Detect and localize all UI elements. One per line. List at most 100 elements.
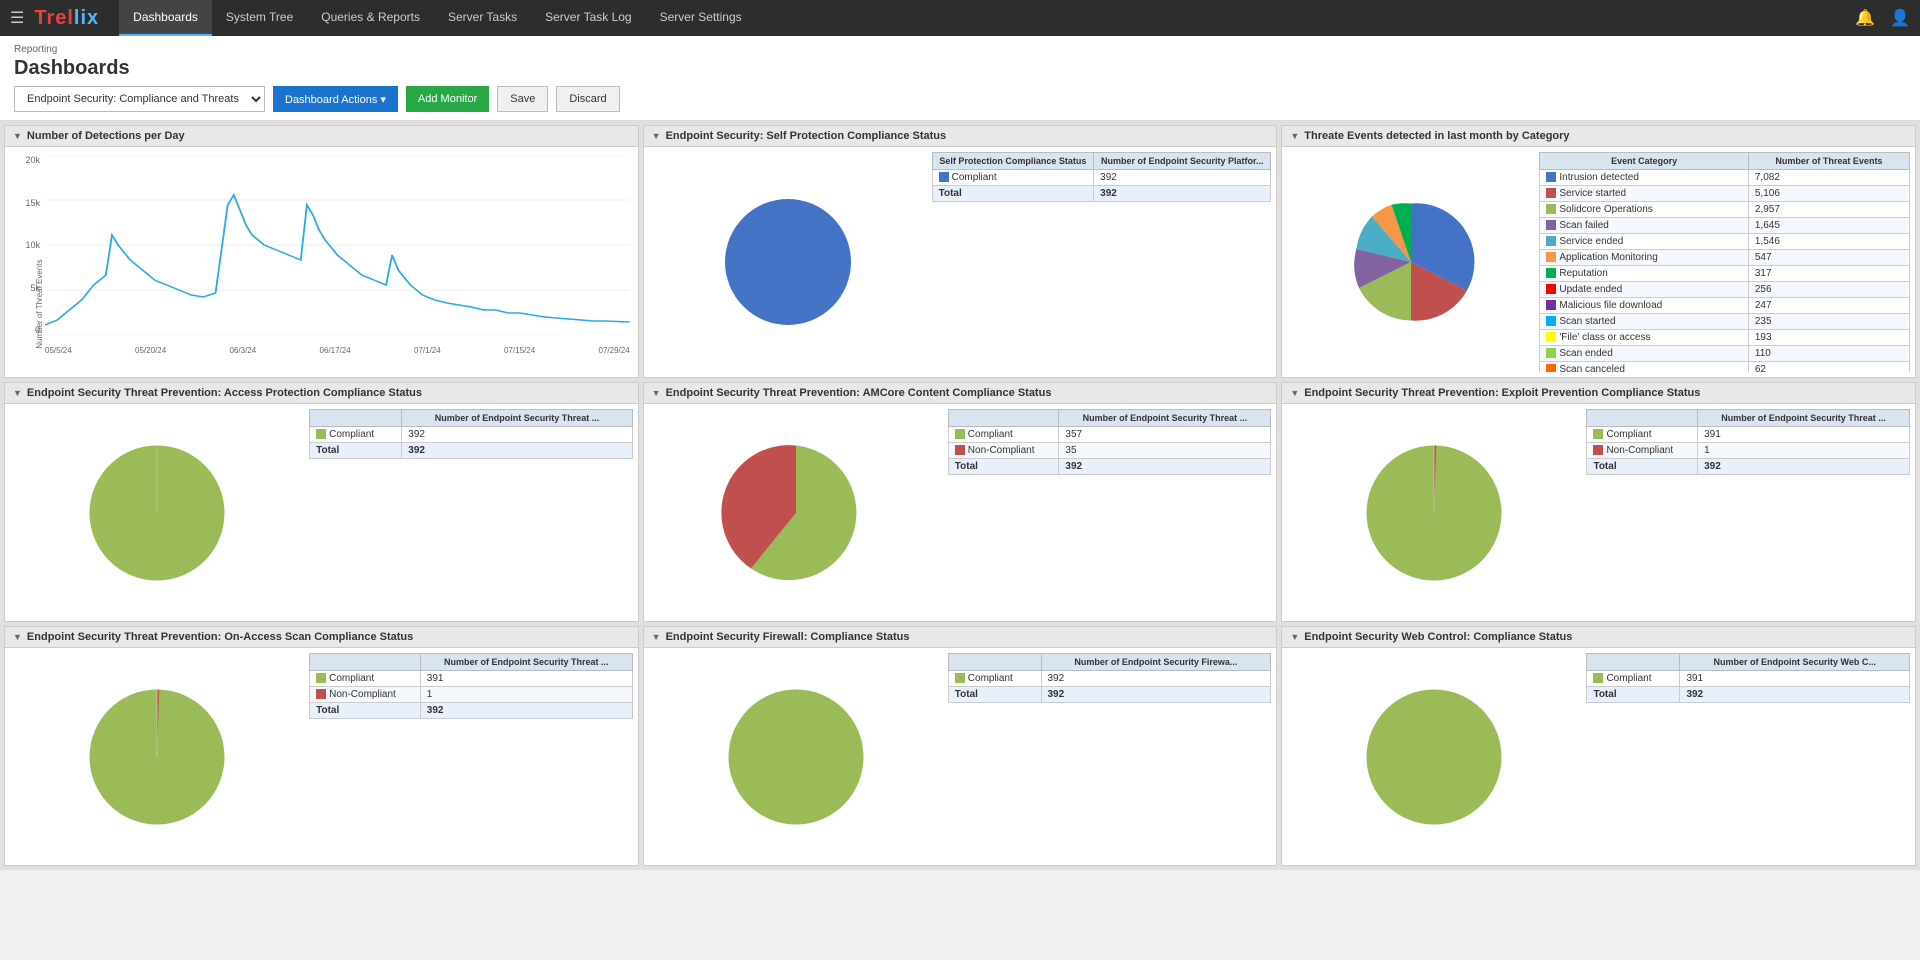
pie-access-protection: [10, 409, 304, 616]
nav-right: 🔔 👤: [1855, 8, 1910, 28]
table-row: Scan canceled62: [1540, 362, 1910, 373]
collapse-icon-exploit[interactable]: ▼: [1290, 388, 1299, 398]
nav-server-task-log[interactable]: Server Task Log: [531, 0, 646, 36]
nav-system-tree[interactable]: System Tree: [212, 0, 307, 36]
table-row: 'File' class or access193: [1540, 330, 1910, 346]
collapse-icon-firewall[interactable]: ▼: [652, 632, 661, 642]
panel-header-amcore: ▼ Endpoint Security Threat Prevention: A…: [644, 383, 1277, 404]
table-row: Non-Compliant 1: [310, 687, 633, 703]
collapse-arrow-icon[interactable]: ▼: [13, 131, 22, 141]
panel-content-on-access-scan: Number of Endpoint Security Threat ... C…: [5, 648, 638, 865]
table-row: Application Monitoring547: [1540, 250, 1910, 266]
table-row: Compliant 391: [310, 671, 633, 687]
table-threat-events: Event Category Number of Threat Events I…: [1539, 152, 1910, 372]
table-amcore: Number of Endpoint Security Threat ... C…: [948, 409, 1272, 616]
pie-svg: [82, 438, 232, 588]
table-row: Reputation317: [1540, 266, 1910, 282]
pie-amcore: [649, 409, 943, 616]
nav-server-tasks[interactable]: Server Tasks: [434, 0, 531, 36]
table-row-total: Total 392: [1587, 459, 1910, 475]
table-row: Compliant 392: [948, 671, 1271, 687]
hamburger-icon[interactable]: ☰: [10, 8, 24, 28]
table-row: Non-Compliant 35: [948, 443, 1271, 459]
save-button[interactable]: Save: [497, 86, 548, 112]
table-row: Scan failed1,645: [1540, 218, 1910, 234]
line-chart: 20k 15k 10k 5k 0: [13, 155, 630, 355]
table-row-total: Total 392: [932, 186, 1271, 202]
panel-content-firewall: Number of Endpoint Security Firewa... Co…: [644, 648, 1277, 865]
collapse-icon-access-protection[interactable]: ▼: [13, 388, 22, 398]
line-chart-svg: [45, 155, 630, 335]
table-row: Compliant 392: [932, 170, 1271, 186]
table-row: Scan ended110: [1540, 346, 1910, 362]
threat-pie-svg: [1346, 197, 1476, 327]
panel-amcore-content: ▼ Endpoint Security Threat Prevention: A…: [643, 382, 1278, 622]
dashboard-actions-button[interactable]: Dashboard Actions ▾: [273, 86, 398, 112]
panel-header-detections: ▼ Number of Detections per Day: [5, 126, 638, 147]
notification-icon[interactable]: 🔔: [1855, 8, 1875, 28]
collapse-icon-amcore[interactable]: ▼: [652, 388, 661, 398]
table-web-control: Number of Endpoint Security Web C... Com…: [1586, 653, 1910, 860]
pie-exploit: [1287, 409, 1581, 616]
pie-firewall: [649, 653, 943, 860]
panel-header-web-control: ▼ Endpoint Security Web Control: Complia…: [1282, 627, 1915, 648]
nav-dashboards[interactable]: Dashboards: [119, 0, 212, 36]
panel-threat-events: ▼ Threate Events detected in last month …: [1281, 125, 1916, 378]
table-row: Service started5,106: [1540, 186, 1910, 202]
table-on-access-scan: Number of Endpoint Security Threat ... C…: [309, 653, 633, 860]
pie-chart-svg: [718, 192, 858, 332]
nav-items: Dashboards System Tree Queries & Reports…: [119, 0, 755, 36]
table-row: Intrusion detected7,082: [1540, 170, 1910, 186]
pie-web-control: [1287, 653, 1581, 860]
firewall-pie-svg: [721, 682, 871, 832]
table-row: Compliant 391: [1587, 671, 1910, 687]
pie-threat-events: [1287, 152, 1534, 372]
panel-detections-per-day: ▼ Number of Detections per Day 20k 15k 1…: [4, 125, 639, 378]
table-exploit: Number of Endpoint Security Threat ... C…: [1586, 409, 1910, 616]
dashboard-select[interactable]: Endpoint Security: Compliance and Threat…: [14, 86, 265, 112]
table-row: Malicious file download247: [1540, 298, 1910, 314]
panel-content-self-protection: Self Protection Compliance Status Number…: [644, 147, 1277, 377]
table-access-protection: Number of Endpoint Security Threat ... C…: [309, 409, 633, 616]
collapse-icon-on-access-scan[interactable]: ▼: [13, 632, 22, 642]
table-row: Compliant 392: [310, 427, 633, 443]
web-control-pie-svg: [1359, 682, 1509, 832]
table-row: Compliant 391: [1587, 427, 1910, 443]
panel-header-exploit: ▼ Endpoint Security Threat Prevention: E…: [1282, 383, 1915, 404]
panel-self-protection: ▼ Endpoint Security: Self Protection Com…: [643, 125, 1278, 378]
exploit-pie-svg: [1359, 438, 1509, 588]
add-monitor-button[interactable]: Add Monitor: [406, 86, 489, 112]
table-row-total: Total 392: [948, 687, 1271, 703]
app-logo: Trellix: [34, 7, 99, 30]
table-row-total: Total 392: [948, 459, 1271, 475]
panel-on-access-scan: ▼ Endpoint Security Threat Prevention: O…: [4, 626, 639, 866]
breadcrumb: Reporting: [14, 44, 1906, 55]
panel-firewall: ▼ Endpoint Security Firewall: Compliance…: [643, 626, 1278, 866]
collapse-icon-web-control[interactable]: ▼: [1290, 632, 1299, 642]
table-row: Service ended1,546: [1540, 234, 1910, 250]
user-icon[interactable]: 👤: [1890, 8, 1910, 28]
collapse-icon-threat-events[interactable]: ▼: [1290, 131, 1299, 141]
panel-content-detections: 20k 15k 10k 5k 0: [5, 147, 638, 377]
panel-content-amcore: Number of Endpoint Security Threat ... C…: [644, 404, 1277, 621]
panel-header-threat-events: ▼ Threate Events detected in last month …: [1282, 126, 1915, 147]
table-row-total: Total 392: [310, 703, 633, 719]
panel-header-on-access-scan: ▼ Endpoint Security Threat Prevention: O…: [5, 627, 638, 648]
table-self-protection: Self Protection Compliance Status Number…: [932, 152, 1272, 372]
top-navigation: ☰ Trellix Dashboards System Tree Queries…: [0, 0, 1920, 36]
nav-server-settings[interactable]: Server Settings: [646, 0, 756, 36]
pie-self-protection: [649, 152, 927, 372]
panel-header-access-protection: ▼ Endpoint Security Threat Prevention: A…: [5, 383, 638, 404]
panel-exploit-prevention: ▼ Endpoint Security Threat Prevention: E…: [1281, 382, 1916, 622]
nav-queries-reports[interactable]: Queries & Reports: [307, 0, 434, 36]
discard-button[interactable]: Discard: [556, 86, 619, 112]
panel-header-firewall: ▼ Endpoint Security Firewall: Compliance…: [644, 627, 1277, 648]
amcore-pie-svg: [721, 438, 871, 588]
panel-web-control: ▼ Endpoint Security Web Control: Complia…: [1281, 626, 1916, 866]
table-row-total: Total 392: [1587, 687, 1910, 703]
table-row: Update ended256: [1540, 282, 1910, 298]
table-row: Non-Compliant 1: [1587, 443, 1910, 459]
collapse-icon-self-protection[interactable]: ▼: [652, 131, 661, 141]
subheader: Reporting Dashboards Endpoint Security: …: [0, 36, 1920, 121]
panel-content-threat-events: Event Category Number of Threat Events I…: [1282, 147, 1915, 377]
